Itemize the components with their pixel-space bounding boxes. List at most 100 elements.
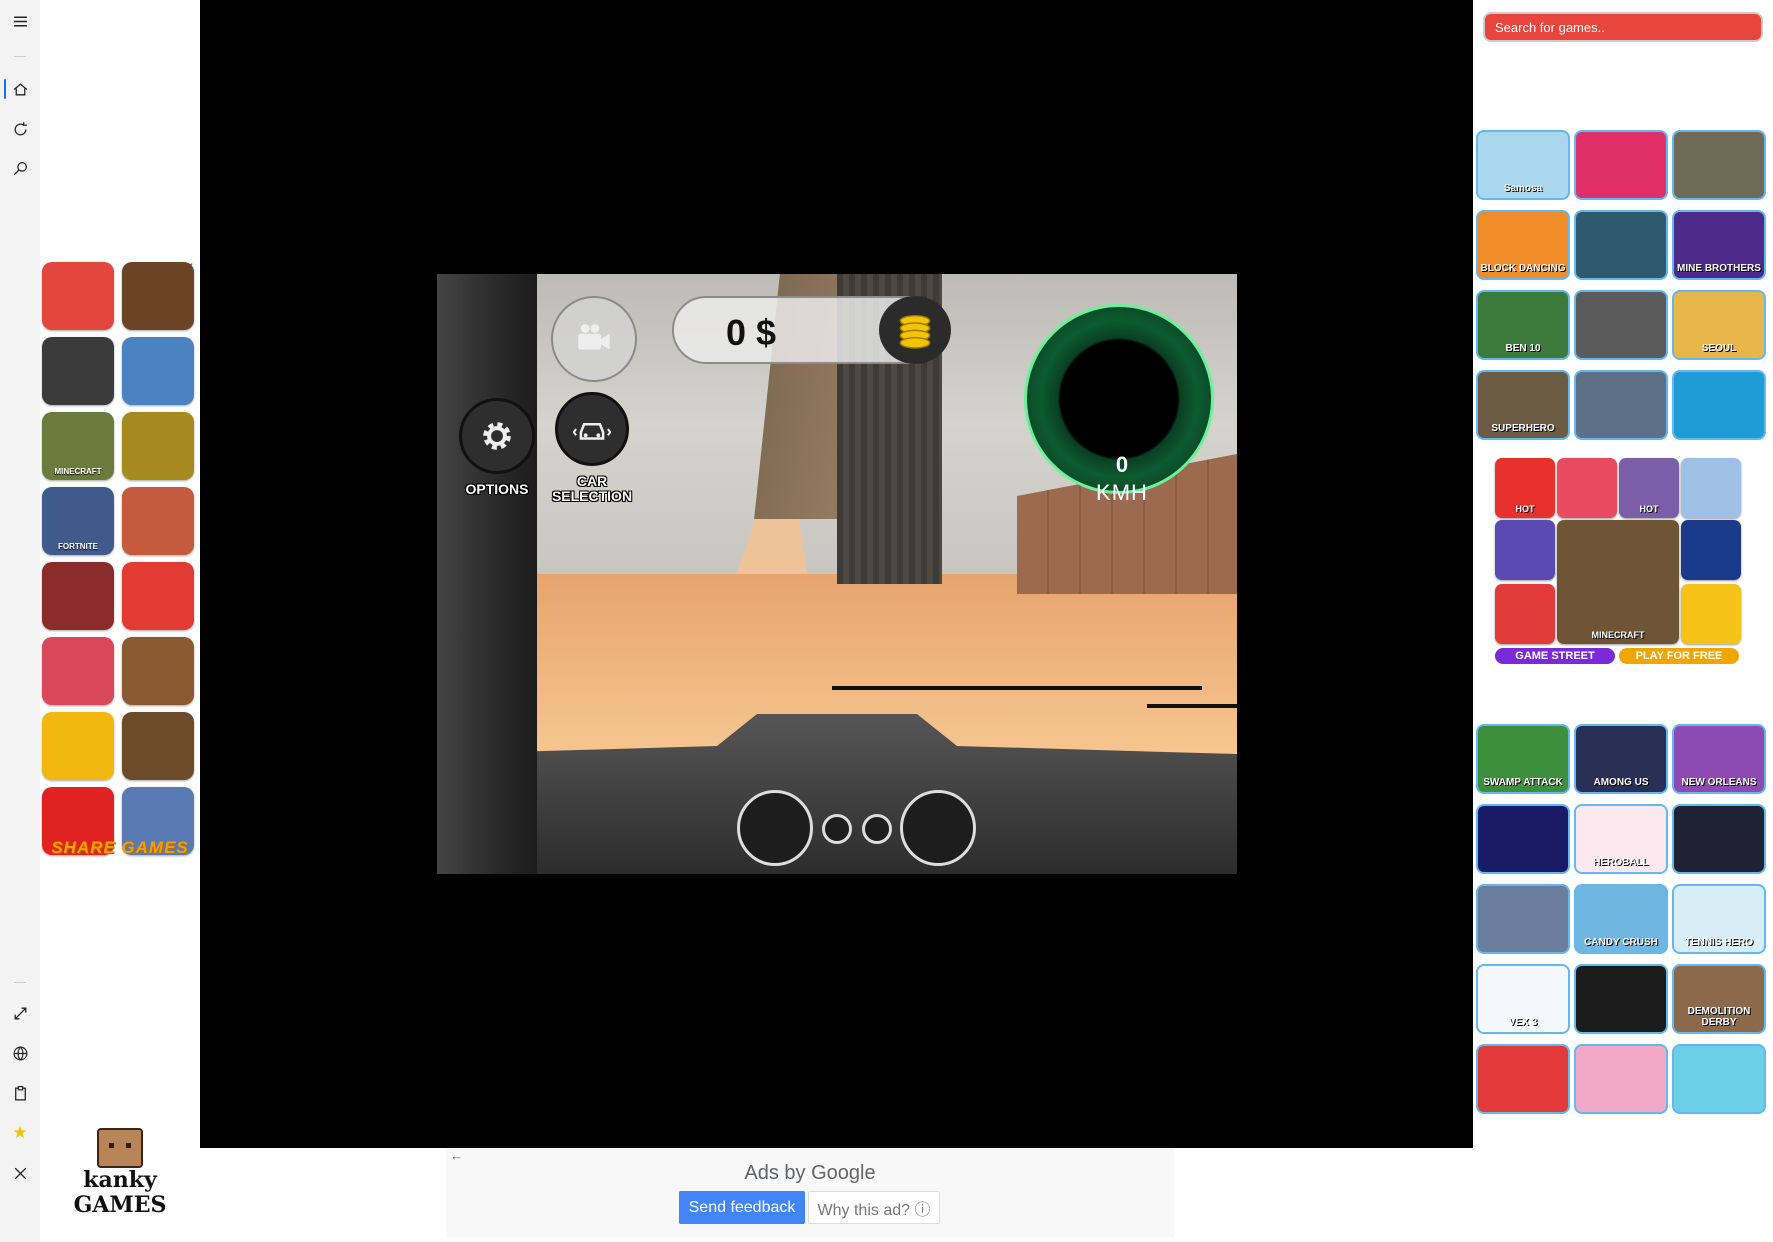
- ad-game-tile-label: HOT: [1515, 504, 1535, 514]
- fullscreen-icon[interactable]: [0, 996, 40, 1030]
- coin-stack-icon: [899, 314, 931, 349]
- ad-game-tile[interactable]: MINECRAFT: [1557, 520, 1679, 644]
- left-ad-panel: ⓘ ✕ MINECRAFTFORTNITE SHARE GAMES: [40, 260, 200, 860]
- game-thumbnail[interactable]: [1574, 370, 1668, 440]
- hamburger-icon[interactable]: [0, 4, 40, 38]
- play-for-free-banner[interactable]: PLAY FOR FREE: [1619, 648, 1739, 664]
- game-thumbnail-label: BEN 10: [1505, 343, 1541, 354]
- game-thumbnail[interactable]: HEROBALL: [1574, 804, 1668, 874]
- game-thumbnail[interactable]: BLOCK DANCING: [1476, 210, 1570, 280]
- ad-game-tile[interactable]: [122, 337, 194, 405]
- money-value: 0 $: [726, 312, 777, 353]
- search-input[interactable]: [1483, 12, 1763, 42]
- ads-by-label: Ads by: [744, 1162, 806, 1184]
- game-thumbnail[interactable]: [1574, 290, 1668, 360]
- game-canvas[interactable]: OPTIONS CAR SELECTION 0 $ 0 KMH: [437, 274, 1237, 874]
- temp-gauge: [862, 814, 892, 844]
- home-icon[interactable]: [0, 72, 40, 106]
- ad-game-tile[interactable]: [1557, 458, 1617, 518]
- game-thumbnail[interactable]: [1476, 884, 1570, 954]
- ad-game-tile[interactable]: [1681, 584, 1741, 644]
- ad-game-tile[interactable]: [1681, 520, 1741, 580]
- refresh-icon[interactable]: [0, 112, 40, 146]
- ad-game-tile[interactable]: [1495, 520, 1555, 580]
- ad-game-tile[interactable]: FORTNITE: [42, 487, 114, 555]
- ad-game-tile[interactable]: [122, 637, 194, 705]
- search-icon[interactable]: [0, 151, 40, 185]
- car-selection-button[interactable]: [555, 392, 629, 466]
- ad-game-tile[interactable]: [1681, 458, 1741, 518]
- why-this-ad-button[interactable]: Why this ad? ⓘ: [808, 1191, 940, 1224]
- ad-game-tile[interactable]: [42, 337, 114, 405]
- ad-game-tile-label: MINECRAFT: [54, 467, 102, 476]
- game-thumbnail[interactable]: Samosa: [1476, 130, 1570, 200]
- logo-cube-icon: [97, 1128, 143, 1168]
- game-thumbnail-label: HEROBALL: [1593, 857, 1649, 868]
- ad-game-tile-label: FORTNITE: [58, 542, 98, 551]
- share-games-logo[interactable]: SHARE GAMES: [40, 838, 200, 858]
- game-thumbnail[interactable]: [1672, 370, 1766, 440]
- back-arrow-icon[interactable]: ←: [450, 1148, 463, 1163]
- game-thumbnail[interactable]: MINE BROTHERS: [1672, 210, 1766, 280]
- game-thumbnail[interactable]: BEN 10: [1476, 290, 1570, 360]
- game-thumbnail[interactable]: SUPERHERO: [1476, 370, 1570, 440]
- ad-game-tile[interactable]: [42, 562, 114, 630]
- camera-button[interactable]: [551, 296, 637, 382]
- game-street-banner[interactable]: GAME STREET: [1495, 648, 1615, 664]
- game-thumbnail[interactable]: [1574, 964, 1668, 1034]
- site-logo[interactable]: kanky GAMES: [70, 1128, 170, 1228]
- game-thumbnail[interactable]: SWAMP ATTACK: [1476, 724, 1570, 794]
- coins-button[interactable]: [879, 296, 951, 364]
- globe-icon[interactable]: [0, 1036, 40, 1070]
- game-thumbnail[interactable]: [1672, 130, 1766, 200]
- car-selection-label: CAR SELECTION: [551, 473, 633, 504]
- rail-divider: [14, 56, 26, 57]
- ad-game-tile-label: MINECRAFT: [1591, 630, 1645, 640]
- camera-icon: [578, 324, 610, 350]
- game-thumbnail[interactable]: [1574, 210, 1668, 280]
- star-icon[interactable]: ★: [0, 1116, 40, 1150]
- speed-value: 0: [1115, 452, 1129, 477]
- ad-game-tile[interactable]: [122, 262, 194, 330]
- ad-game-tile[interactable]: [122, 487, 194, 555]
- game-thumbnail-label: BLOCK DANCING: [1480, 263, 1566, 274]
- speed-unit: KMH: [1096, 480, 1148, 505]
- game-thumbnail-label: SWAMP ATTACK: [1483, 777, 1563, 788]
- close-icon[interactable]: [0, 1156, 40, 1190]
- game-thumbnail[interactable]: VEX 3: [1476, 964, 1570, 1034]
- ad-game-tile[interactable]: [42, 712, 114, 780]
- ad-game-tile-label: HOT: [1639, 504, 1659, 514]
- game-thumbnail[interactable]: [1574, 1044, 1668, 1114]
- game-thumbnail[interactable]: [1476, 804, 1570, 874]
- game-thumbnail-label: TENNIS HERO: [1684, 937, 1754, 948]
- ad-game-tile[interactable]: [42, 262, 114, 330]
- ad-game-tile[interactable]: [1495, 584, 1555, 644]
- ad-game-tile[interactable]: [122, 712, 194, 780]
- right-ad-panel: ⓘ ✕ HOTHOTMINECRAFT GAME STREET PLAY FOR…: [1495, 456, 1751, 666]
- ad-game-tile[interactable]: HOT: [1619, 458, 1679, 518]
- ad-game-tile[interactable]: [42, 637, 114, 705]
- clipboard-icon[interactable]: [0, 1076, 40, 1110]
- ad-game-tile[interactable]: MINECRAFT: [42, 412, 114, 480]
- wiper: [1147, 704, 1237, 708]
- game-thumbnail-label: CANDY CRUSH: [1584, 937, 1658, 948]
- ad-game-tile[interactable]: HOT: [1495, 458, 1555, 518]
- game-thumbnail[interactable]: [1574, 130, 1668, 200]
- game-thumbnail[interactable]: DEMOLITION DERBY: [1672, 964, 1766, 1034]
- game-thumbnail[interactable]: [1672, 804, 1766, 874]
- game-thumbnail[interactable]: SEOUL: [1672, 290, 1766, 360]
- ad-game-tile[interactable]: [122, 412, 194, 480]
- options-button[interactable]: [459, 398, 535, 474]
- ad-game-tile[interactable]: [122, 562, 194, 630]
- dash-speed-gauge: [900, 790, 976, 866]
- ads-by-google: Ads by Google: [446, 1162, 1174, 1185]
- game-frame: OPTIONS CAR SELECTION 0 $ 0 KMH: [200, 0, 1473, 1148]
- send-feedback-button[interactable]: Send feedback: [679, 1191, 805, 1224]
- game-thumbnail[interactable]: CANDY CRUSH: [1574, 884, 1668, 954]
- options-label: OPTIONS: [465, 481, 529, 497]
- game-thumbnail[interactable]: [1476, 1044, 1570, 1114]
- game-thumbnail[interactable]: [1672, 1044, 1766, 1114]
- game-thumbnail[interactable]: NEW ORLEANS: [1672, 724, 1766, 794]
- game-thumbnail[interactable]: AMONG US: [1574, 724, 1668, 794]
- game-thumbnail[interactable]: TENNIS HERO: [1672, 884, 1766, 954]
